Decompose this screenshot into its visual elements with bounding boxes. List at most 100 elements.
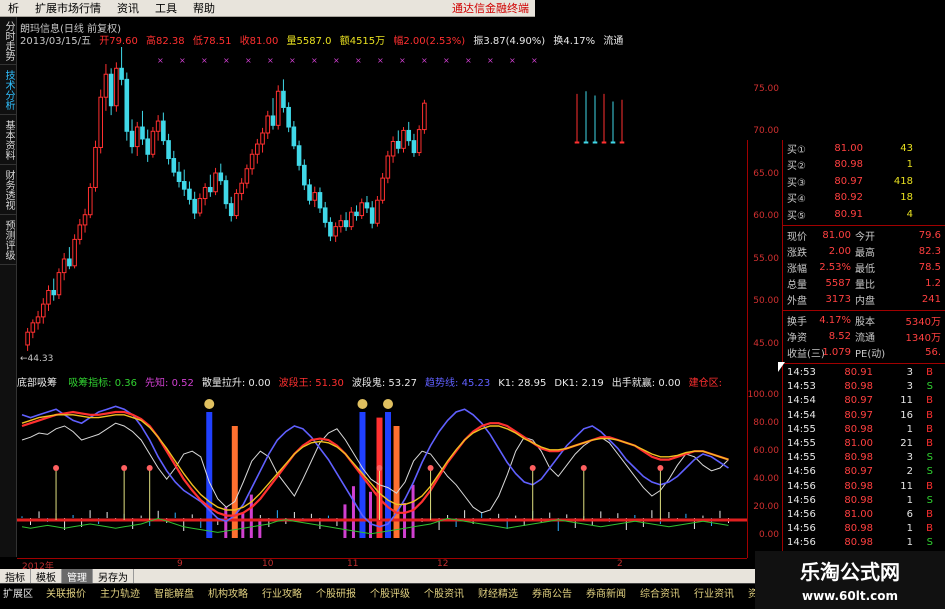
nav-item-1[interactable]: 关联报价 [46, 585, 86, 600]
tick-price: 80.98 [844, 381, 873, 393]
candle [364, 195, 370, 214]
nav-item-2[interactable]: 主力轨迹 [100, 585, 140, 600]
tab-financial[interactable]: 财务透视 [0, 165, 17, 215]
bid-price: 80.92 [834, 192, 863, 204]
tab-basic-info[interactable]: 基本资料 [0, 115, 17, 165]
trend-line [21, 405, 729, 528]
stat-row: 现价 81.00 今开 79.6 [783, 228, 945, 244]
tick-price: 80.97 [844, 466, 873, 478]
candle [51, 278, 57, 301]
signal-bar [368, 491, 372, 538]
nav-item-5[interactable]: 行业攻略 [262, 585, 302, 600]
event-marker: × [267, 56, 274, 65]
candle [296, 140, 302, 171]
date-axis: 2012年 9 10 11 12 2 [17, 558, 747, 572]
date-tick-label: 9 [177, 559, 183, 569]
candlestick-chart[interactable]: × × × × × × × × × × × × × × × × × × [17, 17, 747, 369]
tick-side: S [926, 381, 933, 393]
tick-side: S [926, 537, 933, 549]
stat-value: 1.079 [822, 347, 851, 358]
price-tick-label: 75.00 [753, 83, 779, 94]
close-value: 收81.00 [239, 36, 279, 47]
menu-item-news[interactable]: 资讯 [109, 0, 147, 16]
left-tab-strip: 分时走势 技术分析 基本资料 财务透视 预测评级 [0, 17, 17, 557]
nav-item-13[interactable]: 行业资讯 [694, 585, 734, 600]
menu-item-tools[interactable]: 工具 [147, 0, 185, 16]
event-marker: × [289, 56, 296, 65]
candle [77, 218, 83, 245]
menu-bar: 析 扩展市场行情 资讯 工具 帮助 通达信金融终端 [0, 0, 535, 17]
tick-list[interactable]: 14:53 80.91 3 B 14:53 80.98 3 S 14:54 80.97 11 B 14:… [783, 366, 945, 565]
tab-save-as[interactable]: 另存为 [93, 568, 134, 584]
bid-row[interactable]: 买③ 80.97 418 [783, 173, 945, 190]
candle [385, 150, 391, 184]
nav-item-8[interactable]: 个股资讯 [424, 585, 464, 600]
nav-item-7[interactable]: 个股评级 [370, 585, 410, 600]
nav-item-4[interactable]: 机构攻略 [208, 585, 248, 600]
menu-item-help[interactable]: 帮助 [185, 0, 223, 16]
coin-icon [204, 399, 215, 409]
candle [87, 183, 93, 219]
tab-intraday[interactable]: 分时走势 [0, 17, 17, 65]
marker-dot [427, 465, 434, 471]
tab-template[interactable]: 模板 [31, 568, 62, 584]
tick-time: 14:53 [787, 367, 816, 379]
bid-row[interactable]: 买⑤ 80.91 4 [783, 206, 945, 223]
candle [46, 285, 51, 311]
tick-time: 14:56 [787, 466, 816, 478]
indicator-chart[interactable] [17, 388, 747, 558]
nav-item-9[interactable]: 财经精选 [478, 585, 518, 600]
tick-time: 14:56 [787, 508, 816, 520]
tick-row: 14:56 80.98 1 B [783, 522, 945, 536]
nav-item-10[interactable]: 券商公告 [532, 585, 572, 600]
tick-side: B [926, 423, 933, 435]
candle [140, 110, 145, 145]
tab-technical-analysis[interactable]: 技术分析 [0, 65, 17, 115]
overlay-box [290, 284, 654, 324]
menu-item-analysis[interactable]: 析 [0, 0, 27, 16]
tick-volume: 3 [906, 381, 913, 393]
nav-item-11[interactable]: 券商新闻 [586, 585, 626, 600]
marker-dot [376, 465, 383, 471]
nav-item-6[interactable]: 个股研报 [316, 585, 356, 600]
stat-value: 3173 [825, 294, 851, 305]
stat-label: 现价 [787, 232, 807, 243]
bid-volume: 4 [906, 208, 913, 220]
tab-indicator[interactable]: 指标 [0, 568, 31, 584]
stat-value: 1.2 [925, 278, 941, 289]
nav-item-0[interactable]: 扩展区 [3, 585, 33, 600]
tick-time: 14:55 [787, 452, 816, 464]
amplitude-value: 振3.87(4.90%) [473, 36, 546, 47]
watermark-line1: 乐淘公式网 [800, 560, 900, 584]
stat-label: PE(动) [855, 349, 886, 360]
tick-time: 14:54 [787, 395, 816, 407]
bid-row[interactable]: 买② 80.98 1 [783, 157, 945, 174]
bid-row[interactable]: 买① 81.00 43 [783, 140, 945, 157]
tick-row: 14:53 80.98 3 S [783, 380, 945, 394]
tick-row: 14:56 80.98 1 S [783, 493, 945, 507]
nav-item-12[interactable]: 综合资讯 [640, 585, 680, 600]
menu-item-extended-market[interactable]: 扩展市场行情 [27, 0, 109, 16]
stat-value: 82.3 [918, 246, 941, 257]
bid-row[interactable]: 买④ 80.92 18 [783, 190, 945, 207]
tab-forecast[interactable]: 预测评级 [0, 215, 17, 265]
tick-row: 14:53 80.91 3 B [783, 366, 945, 380]
candle [286, 102, 291, 133]
candle [202, 183, 208, 206]
stat-label: 净资 [787, 333, 807, 344]
candle [395, 130, 401, 154]
tick-row: 14:55 80.98 1 B [783, 422, 945, 436]
marker-dot [580, 465, 587, 471]
tick-volume: 3 [906, 367, 913, 379]
candle [302, 159, 307, 191]
nav-item-3[interactable]: 智能解盘 [154, 585, 194, 600]
bid-label: 买⑤ [787, 210, 806, 222]
tick-time: 14:55 [787, 423, 816, 435]
candle [610, 101, 616, 144]
tick-volume: 11 [900, 395, 913, 407]
indicator-tick-label: 0.00 [758, 530, 779, 540]
tick-volume: 1 [906, 523, 913, 535]
tab-manage[interactable]: 管理 [62, 568, 93, 584]
event-marker: × [399, 56, 406, 65]
candle [369, 201, 375, 229]
